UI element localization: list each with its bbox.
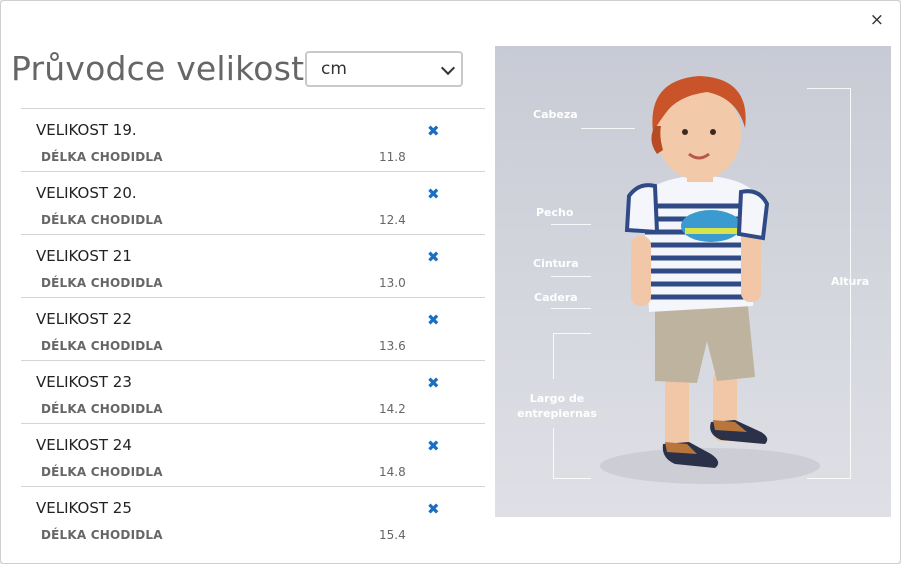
inseam-label: Largo de entrepiernas: [517, 392, 597, 420]
inseam-guide-bottom: [553, 478, 591, 479]
size-name: VELIKOST 24: [36, 436, 132, 454]
chest-guide: [551, 224, 591, 225]
size-row: VELIKOST 23 ✖ DÉLKA CHODIDLA 14.2: [21, 360, 485, 423]
remove-icon[interactable]: ✖: [427, 248, 440, 266]
size-name: VELIKOST 25: [36, 499, 132, 517]
size-list: VELIKOST 19. ✖ DÉLKA CHODIDLA 11.8 VELIK…: [21, 108, 485, 549]
hip-label: Cadera: [534, 291, 578, 304]
size-row: VELIKOST 21 ✖ DÉLKA CHODIDLA 13.0: [21, 234, 485, 297]
foot-length-label: DÉLKA CHODIDLA: [41, 528, 163, 542]
inseam-guide-top: [553, 333, 591, 334]
foot-length-label: DÉLKA CHODIDLA: [41, 276, 163, 290]
inseam-guide-line: [553, 333, 554, 379]
unit-select-value: cm: [321, 59, 347, 79]
foot-length-label: DÉLKA CHODIDLA: [41, 402, 163, 416]
foot-length-value: 14.2: [379, 402, 406, 416]
remove-icon[interactable]: ✖: [427, 185, 440, 203]
foot-length-label: DÉLKA CHODIDLA: [41, 150, 163, 164]
foot-length-value: 14.8: [379, 465, 406, 479]
waist-label: Cintura: [533, 257, 579, 270]
hip-guide: [551, 308, 591, 309]
size-name: VELIKOST 22: [36, 310, 132, 328]
size-name: VELIKOST 21: [36, 247, 132, 265]
remove-icon[interactable]: ✖: [427, 122, 440, 140]
foot-length-label: DÉLKA CHODIDLA: [41, 339, 163, 353]
remove-icon[interactable]: ✖: [427, 374, 440, 392]
chevron-down-icon: [440, 60, 456, 76]
chest-label: Pecho: [536, 206, 574, 219]
remove-icon[interactable]: ✖: [427, 437, 440, 455]
size-guide-photo: Cabeza Pecho Cintura Cadera Largo de ent…: [495, 46, 891, 517]
size-row: VELIKOST 20. ✖ DÉLKA CHODIDLA 12.4: [21, 171, 485, 234]
foot-length-value: 13.6: [379, 339, 406, 353]
head-guide: [581, 128, 635, 129]
size-row: VELIKOST 24 ✖ DÉLKA CHODIDLA 14.8: [21, 423, 485, 486]
size-row: VELIKOST 22 ✖ DÉLKA CHODIDLA 13.6: [21, 297, 485, 360]
size-name: VELIKOST 20.: [36, 184, 137, 202]
close-button[interactable]: ×: [870, 11, 884, 29]
size-guide-modal: × Průvodce velikostí cm VELIKOST 19. ✖ D…: [0, 0, 901, 564]
remove-icon[interactable]: ✖: [427, 500, 440, 518]
head-label: Cabeza: [533, 108, 578, 121]
foot-length-value: 11.8: [379, 150, 406, 164]
unit-select[interactable]: cm: [305, 51, 463, 87]
page-title: Průvodce velikostí: [11, 49, 314, 88]
foot-length-label: DÉLKA CHODIDLA: [41, 465, 163, 479]
height-guide-bottom: [807, 478, 851, 479]
inseam-guide-line-lower: [553, 428, 554, 478]
size-name: VELIKOST 23: [36, 373, 132, 391]
height-label: Altura: [831, 275, 870, 288]
remove-icon[interactable]: ✖: [427, 311, 440, 329]
foot-length-value: 13.0: [379, 276, 406, 290]
height-guide-top: [807, 88, 851, 89]
size-row: VELIKOST 25 ✖ DÉLKA CHODIDLA 15.4: [21, 486, 485, 549]
size-name: VELIKOST 19.: [36, 121, 137, 139]
size-row: VELIKOST 19. ✖ DÉLKA CHODIDLA 11.8: [21, 108, 485, 171]
waist-guide: [551, 276, 591, 277]
foot-length-label: DÉLKA CHODIDLA: [41, 213, 163, 227]
foot-length-value: 12.4: [379, 213, 406, 227]
foot-length-value: 15.4: [379, 528, 406, 542]
